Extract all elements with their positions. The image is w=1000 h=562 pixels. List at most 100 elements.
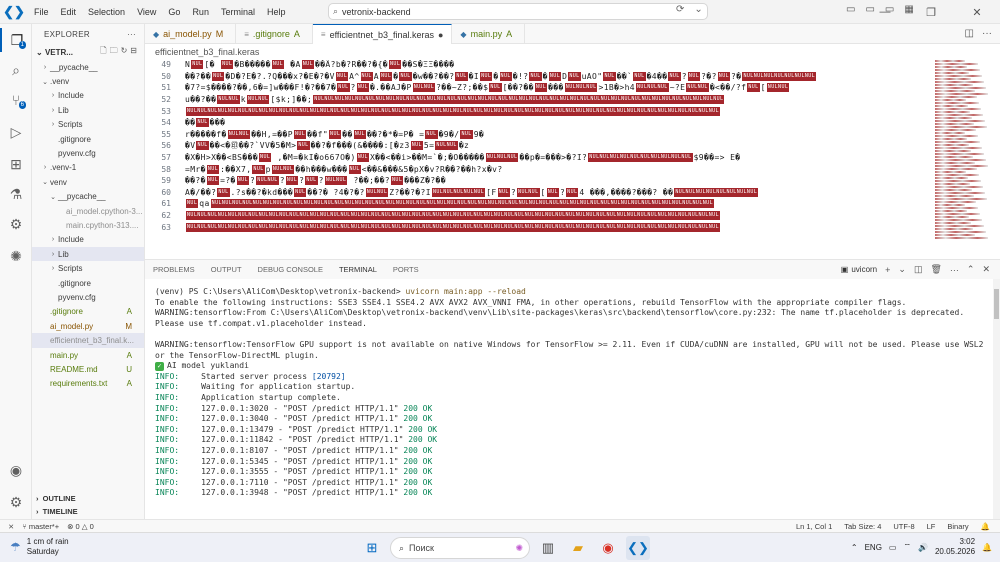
tree-item[interactable]: main.cpython-313.... [32,218,144,232]
terminal-scrollbar[interactable] [993,279,1000,519]
tree-item[interactable]: pyvenv.cfg [32,146,144,160]
explorer-icon[interactable]: ❐ 1 [0,28,32,52]
panel-tab-ports[interactable]: PORTS [385,260,427,280]
file-encoding[interactable]: UTF-8 [893,522,914,531]
close-icon[interactable]: ✕ [954,0,1000,24]
language-mode[interactable]: Binary [947,522,968,531]
menu-run[interactable]: Run [186,7,215,17]
chevron-down-icon[interactable]: ⌄ [898,264,906,275]
menu-file[interactable]: File [28,7,55,17]
breadcrumb-file[interactable]: efficientnet_b3_final.keras [155,47,259,57]
tree-item[interactable]: ⌄ .venv [32,74,144,88]
toggle-sidebar-icon[interactable]: ▭ [846,4,855,15]
minimize-icon[interactable]: — [862,0,908,24]
code-editor[interactable]: 49 N NUL [� NUL �B����� NUL �A NUL ��Ã?b�?R��?�… [145,59,933,257]
problems-count[interactable]: ⊗ 0 △ 0 [67,522,94,531]
menu-go[interactable]: Go [162,7,186,17]
git-branch[interactable]: ⑂ master*+ [22,522,59,531]
tree-item[interactable]: README.md U [32,362,144,376]
close-icon[interactable]: ● [438,30,443,40]
chatgpt-icon[interactable]: ✺ [0,244,32,268]
copilot-icons[interactable]: ⟳ ⌄ [676,4,703,15]
chevron-up-icon[interactable]: ⌃ [851,543,858,552]
source-control-icon[interactable]: ⑂ 6 [0,88,32,112]
tray-lang[interactable]: ENG [865,543,882,552]
breadcrumb[interactable]: efficientnet_b3_final.keras [145,44,1000,59]
scrollbar-thumb[interactable] [994,289,999,319]
testing-icon[interactable]: ⚗ [0,182,32,206]
run-debug-icon[interactable]: ▷ [0,120,32,144]
cursor-position[interactable]: Ln 1, Col 1 [796,522,832,531]
editor-tab[interactable]: ≡ .gitignore A [236,24,313,44]
tree-item[interactable]: ai_model.cpython-3... [32,204,144,218]
new-terminal-icon[interactable]: + [885,265,890,275]
tree-item[interactable]: › Lib [32,103,144,117]
remote-icon[interactable]: ⨯ [8,522,14,531]
tree-item[interactable]: efficientnet_b3_final.k... [32,333,144,348]
trash-icon[interactable]: 🗑 [930,264,941,275]
panel-tab-terminal[interactable]: TERMINAL [330,260,385,280]
more-actions-icon[interactable]: ··· [950,265,959,275]
menu-selection[interactable]: Selection [82,7,131,17]
panel-tab-problems[interactable]: PROBLEMS [145,260,203,280]
tree-item[interactable]: .gitignore [32,132,144,146]
workspace-root[interactable]: ⌄ VETR... 🗋🗀↻⊟ [32,44,144,60]
tree-item[interactable]: › Include [32,233,144,247]
account-icon[interactable]: ◉ [0,458,32,482]
extensions-icon[interactable]: ⊞ [0,152,32,176]
menu-terminal[interactable]: Terminal [215,7,261,17]
tree-item[interactable]: › Scripts [32,261,144,275]
terminal-instance[interactable]: ▣ uvicorn [841,265,877,274]
end-of-line[interactable]: LF [927,522,936,531]
tree-item[interactable]: › .venv-1 [32,161,144,175]
tree-item[interactable]: main.py A [32,348,144,362]
tree-item[interactable]: .gitignore A [32,305,144,319]
windows-start-icon[interactable]: ⊞ [360,536,384,560]
minimap[interactable] [933,59,991,257]
tree-item[interactable]: ⌄ venv [32,175,144,189]
more-actions-icon[interactable]: ··· [127,30,136,39]
tree-item[interactable]: › Lib [32,247,144,262]
split-editor-icon[interactable]: ◫ [965,28,974,39]
taskbar-search[interactable]: ⌕ Поиск ✺ [390,537,530,559]
task-view-icon[interactable]: ▥ [536,536,560,560]
menu-view[interactable]: View [131,7,162,17]
tree-item[interactable]: pyvenv.cfg [32,290,144,304]
more-actions-icon[interactable]: ··· [982,28,992,39]
tab-size[interactable]: Tab Size: 4 [844,522,881,531]
maximize-panel-icon[interactable]: ⌃ [967,264,975,275]
outline-section[interactable]: › OUTLINE [32,491,144,505]
volume-icon[interactable]: 🔊 [918,543,928,552]
split-terminal-icon[interactable]: ◫ [914,264,923,275]
vscode-taskbar-icon[interactable]: ❮❯ [626,536,650,560]
copilot-chevron-icon[interactable]: ⌄ [694,4,702,15]
terminal-output[interactable]: (venv) PS C:\Users\AliCom\Desktop\vetron… [145,279,993,519]
file-explorer-icon[interactable]: ▰ [566,536,590,560]
panel-tab-debug-console[interactable]: DEBUG CONSOLE [250,260,331,280]
editor-tab[interactable]: ◆ ai_model.py M [145,24,237,44]
python-icon[interactable]: ⚙ [0,212,32,236]
tree-item[interactable]: requirements.txt A [32,377,144,391]
editor-tab[interactable]: ≡ efficientnet_b3_final.keras ● [312,24,453,44]
tree-item[interactable]: › Scripts [32,118,144,132]
notification-bell-icon[interactable]: 🔔 [982,543,992,552]
wifi-icon[interactable]: ⌔ [903,542,911,552]
workspace-actions[interactable]: 🗋🗀↻⊟ [100,45,140,59]
editor-tab[interactable]: ◆ main.py A [452,24,526,44]
weather-widget[interactable]: ☂ 1 cm of rain Saturday [10,537,69,557]
timeline-section[interactable]: › TIMELINE [32,504,144,518]
tree-item[interactable]: › __pycache__ [32,60,144,74]
copilot-icon[interactable]: ⟳ [676,4,684,15]
menu-edit[interactable]: Edit [55,7,83,17]
search-icon[interactable]: ⌕ [0,58,32,82]
tree-item[interactable]: ai_model.py M [32,319,144,333]
maximize-icon[interactable]: ❐ [908,0,954,24]
tree-item[interactable]: › Include [32,89,144,103]
notifications-icon[interactable]: 🔔 [981,522,990,531]
clock[interactable]: 3:02 20.05.2026 [935,537,975,557]
tree-item[interactable]: ⌄ __pycache__ [32,190,144,204]
battery-icon[interactable]: ▭ [889,543,897,552]
chrome-icon[interactable]: ◉ [596,536,620,560]
panel-tab-output[interactable]: OUTPUT [203,260,250,280]
tree-item[interactable]: .gitignore [32,276,144,290]
